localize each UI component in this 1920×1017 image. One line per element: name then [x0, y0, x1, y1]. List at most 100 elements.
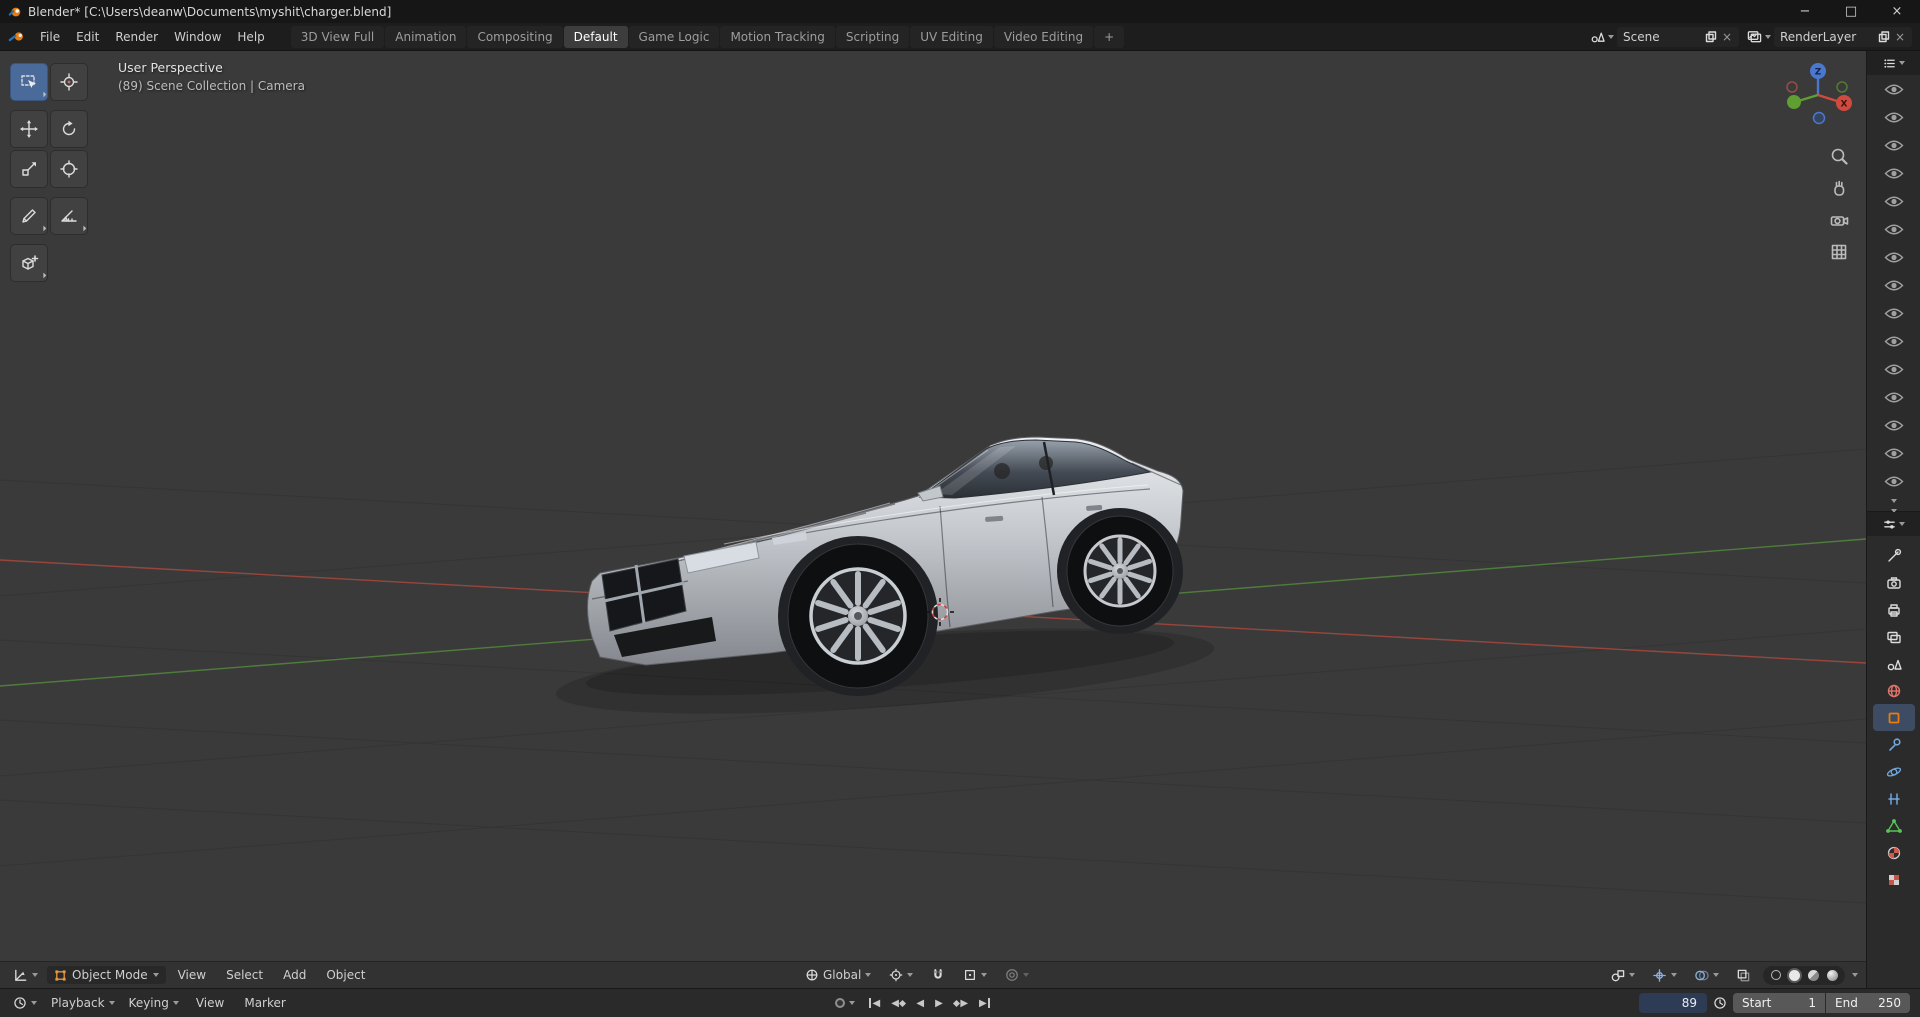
measure-tool-button[interactable]: [50, 197, 88, 235]
render-layer-field[interactable]: RenderLayer ×: [1774, 26, 1912, 47]
properties-tab-material[interactable]: [1873, 839, 1915, 866]
properties-tab-physics[interactable]: [1873, 758, 1915, 785]
gizmos-toggle[interactable]: [1647, 966, 1682, 985]
tab-compositing[interactable]: Compositing: [467, 25, 563, 48]
gizmo-y-axis[interactable]: [1787, 95, 1801, 109]
visibility-toggle[interactable]: [1867, 439, 1920, 467]
visibility-toggle[interactable]: [1867, 215, 1920, 243]
pan-button[interactable]: [1828, 177, 1850, 199]
unlink-icon[interactable]: ×: [1721, 30, 1733, 44]
visibility-toggle[interactable]: [1867, 299, 1920, 327]
add-primitive-tool-button[interactable]: [10, 244, 48, 282]
next-keyframe-button[interactable]: ▶: [952, 998, 968, 1009]
snap-toggle[interactable]: [926, 966, 950, 984]
visibility-toggle[interactable]: [1867, 467, 1920, 495]
scale-tool-button[interactable]: [10, 150, 48, 188]
properties-tab-modifiers[interactable]: [1873, 731, 1915, 758]
shading-rendered-button[interactable]: [1825, 968, 1840, 983]
blender-logo-icon[interactable]: [8, 30, 26, 43]
snap-target-selector[interactable]: [958, 966, 992, 984]
close-button[interactable]: ×: [1874, 0, 1920, 23]
chevron-down-icon[interactable]: [1852, 973, 1858, 977]
properties-tab-object-data[interactable]: [1873, 812, 1915, 839]
tab-default[interactable]: Default: [563, 25, 628, 48]
menu-render[interactable]: Render: [107, 27, 166, 47]
visibility-toggle[interactable]: [1867, 243, 1920, 271]
tab-video-editing[interactable]: Video Editing: [993, 25, 1094, 48]
viewport-3d[interactable]: User Perspective (89) Scene Collection |…: [0, 51, 1866, 988]
viewport-menu-object[interactable]: Object: [318, 965, 373, 985]
transform-orientation-selector[interactable]: Global: [800, 966, 876, 984]
frame-start-field[interactable]: Start 1: [1733, 993, 1825, 1013]
menu-edit[interactable]: Edit: [68, 27, 107, 47]
duplicate-icon[interactable]: [1878, 30, 1890, 43]
visibility-toggle[interactable]: [1867, 75, 1920, 103]
gizmo-negative-z-axis[interactable]: [1812, 111, 1826, 125]
scene-selector[interactable]: Scene ×: [1590, 26, 1739, 47]
previous-keyframe-button[interactable]: ◀: [891, 998, 907, 1009]
visibility-toggle[interactable]: [1867, 383, 1920, 411]
play-reverse-button[interactable]: ◀: [916, 998, 924, 1009]
tab-uv-editing[interactable]: UV Editing: [910, 25, 993, 48]
visibility-toggle[interactable]: [1867, 103, 1920, 131]
transform-tool-button[interactable]: [50, 150, 88, 188]
scene-name-field[interactable]: Scene ×: [1617, 26, 1739, 47]
frame-end-field[interactable]: End 250: [1826, 993, 1910, 1013]
properties-tab-view-layer[interactable]: [1873, 623, 1915, 650]
zoom-button[interactable]: [1828, 145, 1850, 167]
tab-scripting[interactable]: Scripting: [835, 25, 910, 48]
pivot-point-selector[interactable]: [884, 966, 918, 984]
menu-file[interactable]: File: [32, 27, 68, 47]
cursor-tool-button[interactable]: [50, 63, 88, 101]
properties-tab-constraints[interactable]: [1873, 785, 1915, 812]
move-tool-button[interactable]: [10, 110, 48, 148]
rotate-tool-button[interactable]: [50, 110, 88, 148]
camera-view-button[interactable]: [1828, 209, 1850, 231]
mode-selector[interactable]: Object Mode: [47, 966, 166, 984]
overlays-toggle[interactable]: [1689, 966, 1724, 985]
viewport-menu-view[interactable]: View: [170, 965, 214, 985]
unlink-icon[interactable]: ×: [1894, 30, 1906, 44]
timeline-editor-type-selector[interactable]: [8, 994, 42, 1012]
visibility-toggle[interactable]: [1867, 327, 1920, 355]
visibility-toggle[interactable]: [1867, 159, 1920, 187]
orthographic-toggle-button[interactable]: [1828, 241, 1850, 263]
properties-header[interactable]: [1867, 512, 1920, 536]
annotate-tool-button[interactable]: [10, 197, 48, 235]
playback-menu[interactable]: Playback: [46, 994, 120, 1012]
shading-material-button[interactable]: [1806, 968, 1821, 983]
outliner-header[interactable]: [1867, 51, 1920, 75]
render-layer-selector[interactable]: RenderLayer ×: [1747, 26, 1912, 47]
object-type-visibility[interactable]: [1605, 966, 1640, 985]
keying-menu[interactable]: Keying: [124, 994, 184, 1012]
editor-type-selector[interactable]: [8, 966, 43, 985]
maximize-button[interactable]: □: [1828, 0, 1874, 23]
viewport-canvas[interactable]: [0, 51, 1866, 961]
visibility-toggle[interactable]: [1867, 411, 1920, 439]
current-frame-field[interactable]: 89: [1639, 993, 1707, 1013]
menu-help[interactable]: Help: [229, 27, 272, 47]
visibility-toggle[interactable]: [1867, 271, 1920, 299]
timeline-menu-marker[interactable]: Marker: [236, 993, 293, 1013]
viewport-menu-add[interactable]: Add: [275, 965, 314, 985]
duplicate-icon[interactable]: [1705, 30, 1717, 43]
properties-tab-object[interactable]: [1872, 704, 1915, 731]
jump-to-end-button[interactable]: ▶: [979, 998, 991, 1009]
jump-to-start-button[interactable]: ◀: [869, 998, 880, 1009]
minimize-button[interactable]: −: [1782, 0, 1828, 23]
tab-motion-tracking[interactable]: Motion Tracking: [720, 25, 835, 48]
tab-animation[interactable]: Animation: [385, 25, 467, 48]
chevron-down-icon[interactable]: [1890, 499, 1897, 503]
shading-wireframe-button[interactable]: [1768, 968, 1783, 983]
gizmo-negative-x-axis[interactable]: [1786, 81, 1798, 93]
select-box-tool-button[interactable]: [10, 63, 48, 101]
xray-toggle[interactable]: [1731, 966, 1756, 985]
navigation-gizmo[interactable]: Z X: [1782, 59, 1854, 131]
properties-tab-render[interactable]: [1873, 569, 1915, 596]
shading-solid-button[interactable]: [1787, 967, 1802, 983]
properties-tab-output[interactable]: [1873, 596, 1915, 623]
visibility-toggle[interactable]: [1867, 131, 1920, 159]
tab-3d-view-full[interactable]: 3D View Full: [290, 25, 385, 48]
properties-tab-world[interactable]: [1873, 677, 1915, 704]
tab-game-logic[interactable]: Game Logic: [628, 25, 720, 48]
